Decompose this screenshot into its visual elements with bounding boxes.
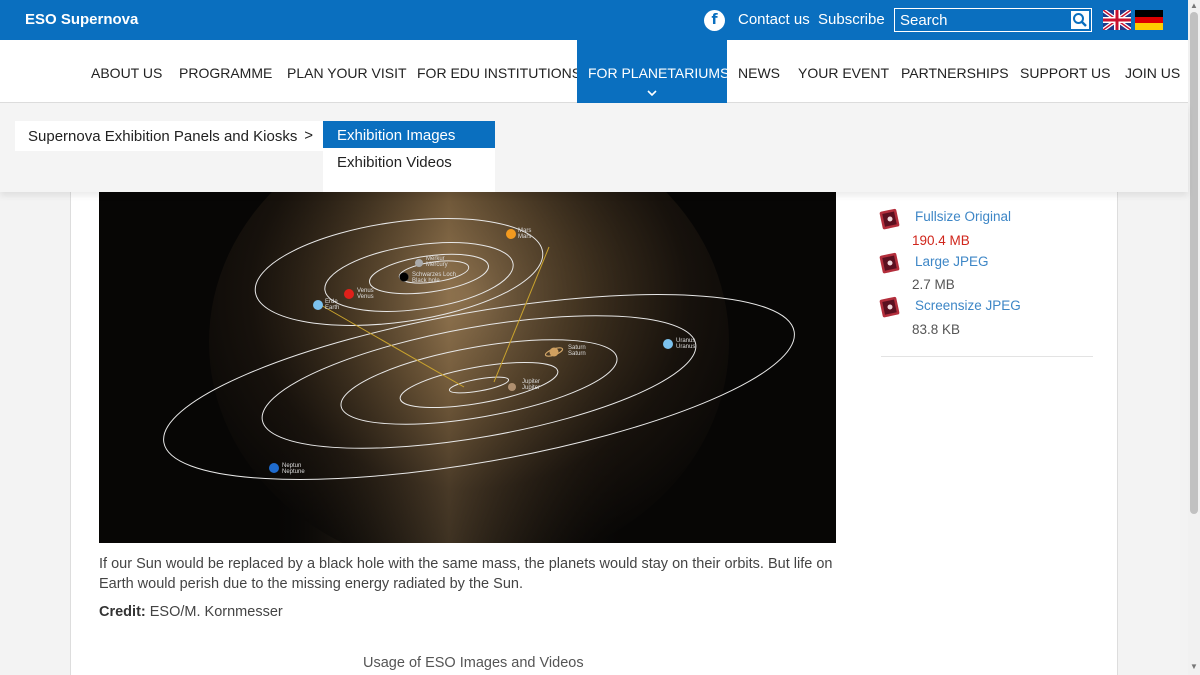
nav-plan-your-visit[interactable]: PLAN YOUR VISIT (287, 40, 407, 103)
contact-us-link[interactable]: Contact us (738, 11, 810, 28)
svg-text:Uranus: Uranus (676, 344, 695, 350)
dropdown-exhibition-panels[interactable]: Supernova Exhibition Panels and Kiosks > (15, 121, 323, 151)
nav-for-edu-institutions[interactable]: FOR EDU INSTITUTIONS (417, 40, 581, 103)
flag-de-icon[interactable] (1135, 10, 1163, 30)
search-icon (1073, 13, 1087, 27)
top-bar: ESO Supernova f Contact us Subscribe (0, 0, 1188, 40)
nav-for-planetariums[interactable]: FOR PLANETARIUMS (577, 40, 730, 103)
svg-text:Saturn: Saturn (568, 351, 586, 357)
nav-support-us[interactable]: SUPPORT US (1020, 40, 1111, 103)
image-credit: Credit: ESO/M. Kornmesser (99, 604, 283, 620)
svg-text:Mercury: Mercury (426, 262, 448, 268)
content-panel: Mars Mars Merkur Mercury Schwarzes Loch … (70, 192, 1118, 675)
nav-your-event[interactable]: YOUR EVENT (798, 40, 889, 103)
credit-value: ESO/M. Kornmesser (149, 604, 283, 620)
chevron-right-icon: > (304, 127, 313, 144)
scroll-down-arrow-icon[interactable]: ▼ (1190, 662, 1198, 671)
image-caption: If our Sun would be replaced by a black … (99, 556, 833, 592)
dropdown-submenu: Exhibition Images Exhibition Videos (323, 121, 495, 192)
download-screensize-jpeg-label[interactable]: Screensize JPEG (915, 298, 1021, 313)
download-screensize-jpeg-link[interactable]: Screensize JPEG (915, 298, 1021, 313)
download-large-jpeg-label[interactable]: Large JPEG (915, 254, 989, 269)
svg-text:Neptune: Neptune (282, 469, 305, 475)
search-button[interactable] (1071, 11, 1089, 29)
scroll-up-arrow-icon[interactable]: ▲ (1190, 1, 1198, 10)
black-hole-orbits-image: Mars Mars Merkur Mercury Schwarzes Loch … (99, 192, 836, 543)
search-input[interactable] (895, 9, 1067, 31)
svg-text:Black hole: Black hole (412, 278, 440, 284)
credit-label: Credit: (99, 604, 146, 620)
chevron-down-icon (647, 90, 657, 96)
nav-partnerships[interactable]: PARTNERSHIPS (901, 40, 1009, 103)
svg-text:Earth: Earth (325, 305, 339, 311)
nav-join-us[interactable]: JOIN US (1125, 40, 1180, 103)
submenu-exhibition-videos[interactable]: Exhibition Videos (323, 148, 495, 175)
facebook-icon[interactable]: f (704, 10, 725, 31)
svg-text:Venus: Venus (357, 294, 374, 300)
nav-news[interactable]: NEWS (738, 40, 780, 103)
svg-text:Jupiter: Jupiter (522, 385, 540, 391)
download-large-jpeg-size: 2.7 MB (912, 277, 955, 292)
nav-programme[interactable]: PROGRAMME (179, 40, 272, 103)
nav-for-planetariums-label: FOR PLANETARIUMS (588, 65, 730, 81)
usage-link[interactable]: Usage of ESO Images and Videos (363, 655, 584, 671)
nav-about-us[interactable]: ABOUT US (91, 40, 162, 103)
submenu-exhibition-images[interactable]: Exhibition Images (323, 121, 495, 148)
download-fullsize-link[interactable]: Fullsize Original (915, 209, 1011, 224)
download-image-icon[interactable] (879, 295, 901, 319)
brand-name[interactable]: ESO Supernova (25, 11, 138, 28)
download-image-icon[interactable] (879, 207, 901, 231)
main-nav: ABOUT US PROGRAMME PLAN YOUR VISIT FOR E… (0, 40, 1188, 103)
solar-system-figure[interactable]: Mars Mars Merkur Mercury Schwarzes Loch … (99, 192, 836, 543)
svg-text:Mars: Mars (518, 234, 531, 240)
download-fullsize-size: 190.4 MB (912, 233, 970, 248)
download-image-icon[interactable] (879, 251, 901, 275)
downloads-divider (881, 356, 1093, 357)
download-screensize-jpeg-size: 83.8 KB (912, 322, 961, 337)
download-fullsize-label[interactable]: Fullsize Original (915, 209, 1011, 224)
subscribe-link[interactable]: Subscribe (818, 11, 885, 28)
scroll-thumb[interactable] (1190, 12, 1198, 514)
download-large-jpeg-link[interactable]: Large JPEG (915, 254, 989, 269)
search-box (894, 8, 1092, 32)
dropdown-exhibition-panels-label: Supernova Exhibition Panels and Kiosks (28, 128, 298, 145)
planetariums-dropdown: Supernova Exhibition Panels and Kiosks >… (0, 103, 1188, 192)
flag-uk-icon[interactable] (1103, 10, 1131, 30)
page-scrollbar[interactable]: ▲ ▼ (1188, 0, 1200, 675)
